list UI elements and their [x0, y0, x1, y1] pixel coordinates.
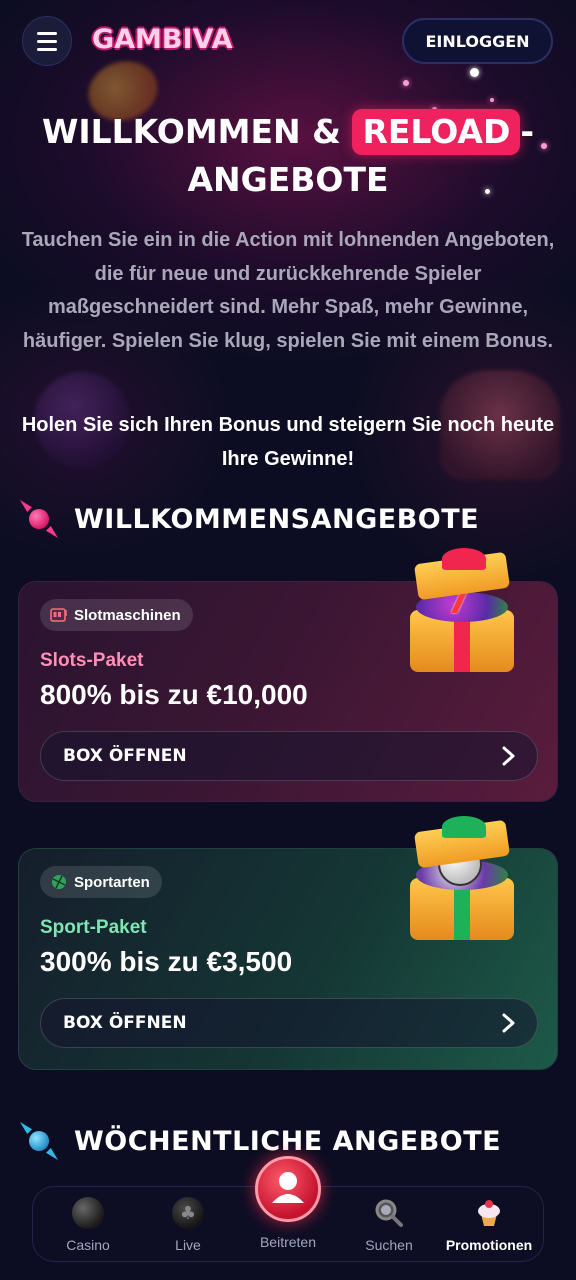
nav-label: Casino — [66, 1237, 110, 1253]
sport-gift-box-icon — [402, 816, 522, 946]
section-title: WÖCHENTLICHE ANGEBOTE — [74, 1125, 502, 1157]
blue-candy-icon — [18, 1120, 60, 1162]
hero-title: WILLKOMMEN & RELOAD - ANGEBOTE — [0, 108, 576, 204]
hero-cta-text: Holen Sie sich Ihren Bonus und steigern … — [21, 414, 555, 470]
hamburger-menu-button[interactable] — [22, 16, 72, 66]
nav-item-live[interactable]: ♣ Live — [138, 1197, 238, 1257]
slots-gift-box-icon: 7 — [402, 548, 522, 678]
nav-label: Live — [175, 1237, 201, 1253]
hero-description: Tauchen Sie ein in die Action mit lohnen… — [21, 229, 555, 352]
welcome-offers-heading: WILLKOMMENSANGEBOTE — [18, 494, 558, 544]
chevron-right-icon — [502, 746, 515, 766]
open-box-button[interactable]: BOX ÖFFNEN — [40, 998, 538, 1048]
pink-candy-icon — [18, 498, 60, 540]
bomb-icon — [72, 1197, 104, 1229]
slot-machine-icon — [50, 606, 68, 624]
category-chip: Sportarten — [40, 866, 162, 898]
open-box-button[interactable]: BOX ÖFFNEN — [40, 731, 538, 781]
sports-ball-icon — [50, 873, 68, 891]
section-title: WILLKOMMENSANGEBOTE — [74, 503, 480, 535]
category-label: Sportarten — [74, 873, 150, 891]
menu-line-icon — [37, 31, 57, 35]
package-amount: 300% bis zu €3,500 — [40, 946, 293, 977]
reload-highlight-badge: RELOAD — [352, 109, 521, 155]
open-box-label: BOX ÖFFNEN — [63, 1013, 187, 1033]
menu-line-icon — [37, 39, 57, 43]
join-label: Beitreten — [259, 1234, 317, 1250]
hero-title-line2: ANGEBOTE — [187, 160, 389, 199]
brand-logo[interactable]: GAMBIVA — [92, 24, 233, 55]
user-join-icon — [272, 1172, 304, 1203]
nav-item-casino[interactable]: Casino — [38, 1197, 138, 1257]
nav-label: Suchen — [365, 1237, 413, 1253]
hero-title-part1: WILLKOMMEN & — [41, 112, 341, 151]
join-button[interactable] — [255, 1156, 321, 1222]
top-bar: GAMBIVA EINLOGGEN — [0, 0, 576, 84]
package-name: Slots-Paket — [40, 650, 144, 671]
nav-item-promotions[interactable]: Promotionen — [439, 1197, 539, 1257]
category-label: Slotmaschinen — [74, 606, 181, 624]
login-button[interactable]: EINLOGGEN — [402, 18, 553, 64]
sparkle-decoration — [490, 98, 494, 102]
package-name: Sport-Paket — [40, 917, 147, 938]
chevron-right-icon — [502, 1013, 515, 1033]
search-icon — [373, 1197, 405, 1229]
svg-text:♣: ♣ — [180, 1203, 196, 1224]
nav-item-search[interactable]: Suchen — [339, 1197, 439, 1257]
category-chip: Slotmaschinen — [40, 599, 193, 631]
open-box-label: BOX ÖFFNEN — [63, 746, 187, 766]
menu-line-icon — [37, 47, 57, 51]
cupcake-icon — [473, 1197, 505, 1229]
package-amount: 800% bis zu €10,000 — [40, 679, 308, 710]
nav-label: Promotionen — [445, 1237, 533, 1253]
hero-title-part2: - — [520, 112, 535, 151]
clubs-icon: ♣ — [172, 1197, 204, 1229]
